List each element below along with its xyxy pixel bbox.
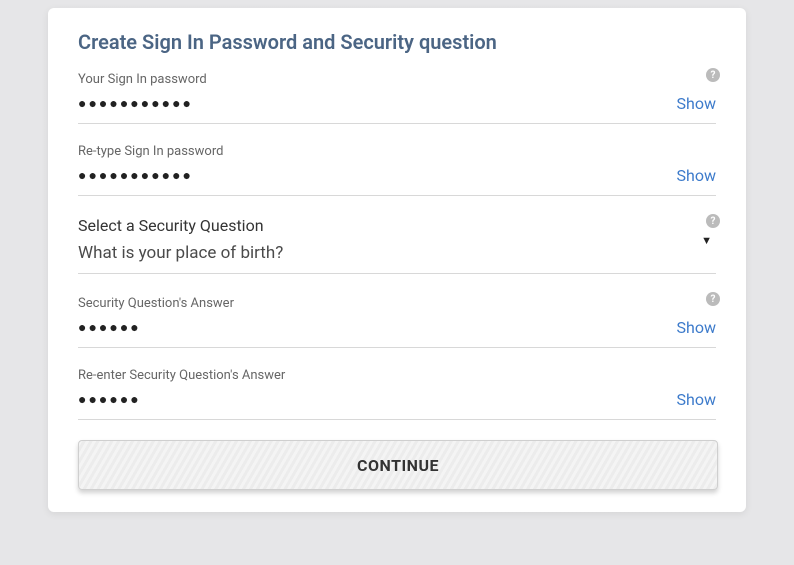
security-question-value: What is your place of birth? [78, 243, 716, 263]
continue-button[interactable]: CONTINUE [78, 440, 718, 490]
password-show-toggle[interactable]: Show [677, 94, 716, 113]
security-answer-retype-label: Re-enter Security Question's Answer [78, 368, 716, 383]
security-answer-retype-input[interactable]: ●●●●●● [78, 389, 716, 411]
password-input[interactable]: ●●●●●●●●●●● [78, 93, 716, 115]
help-icon[interactable]: ? [706, 292, 720, 306]
chevron-down-icon: ▼ [701, 234, 712, 247]
security-answer-retype-show-toggle[interactable]: Show [677, 390, 716, 409]
password-retype-input[interactable]: ●●●●●●●●●●● [78, 165, 716, 187]
password-retype-show-toggle[interactable]: Show [677, 166, 716, 185]
security-answer-retype-field-group: Re-enter Security Question's Answer ●●●●… [78, 368, 716, 420]
password-retype-label: Re-type Sign In password [78, 144, 716, 159]
signup-card: Create Sign In Password and Security que… [48, 8, 746, 512]
security-answer-show-toggle[interactable]: Show [677, 318, 716, 337]
security-question-heading: Select a Security Question [78, 216, 716, 235]
password-field-group: ? Your Sign In password ●●●●●●●●●●● Show [78, 72, 716, 124]
security-answer-label: Security Question's Answer [78, 296, 716, 311]
page-title: Create Sign In Password and Security que… [78, 30, 716, 54]
help-icon[interactable]: ? [706, 68, 720, 82]
security-question-select[interactable]: ? ▼ Select a Security Question What is y… [78, 216, 716, 274]
security-answer-field-group: ? Security Question's Answer ●●●●●● Show [78, 296, 716, 348]
help-icon[interactable]: ? [706, 214, 720, 228]
password-retype-field-group: Re-type Sign In password ●●●●●●●●●●● Sho… [78, 144, 716, 196]
security-answer-input[interactable]: ●●●●●● [78, 317, 716, 339]
password-label: Your Sign In password [78, 72, 716, 87]
